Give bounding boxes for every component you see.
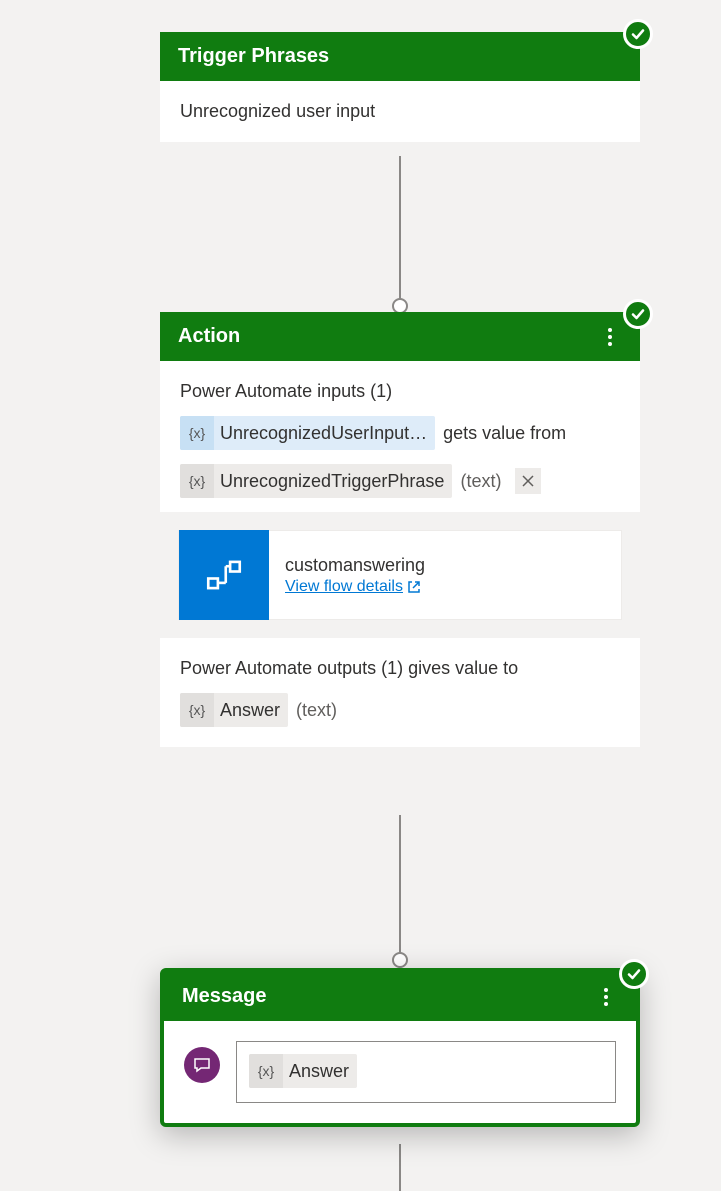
action-title: Action: [178, 325, 240, 348]
external-link-icon: [407, 580, 421, 594]
check-icon: [623, 299, 653, 329]
action-node[interactable]: Action Power Automate inputs (1) {x} Unr…: [160, 312, 640, 747]
connector-circle: [392, 952, 408, 968]
inputs-label: Power Automate inputs (1): [180, 381, 620, 402]
source-type: (text): [460, 471, 501, 492]
kebab-menu-icon[interactable]: [598, 325, 622, 349]
gets-value-label: gets value from: [443, 423, 566, 444]
trigger-content: Unrecognized user input: [180, 101, 375, 121]
flow-card[interactable]: customanswering View flow details: [178, 530, 622, 620]
check-icon: [619, 959, 649, 989]
flow-link-label: View flow details: [285, 578, 403, 596]
input-var-name: UnrecognizedUserInput…: [220, 423, 427, 444]
output-type: (text): [296, 700, 337, 721]
kebab-menu-icon[interactable]: [594, 985, 618, 1009]
variable-icon: {x}: [249, 1054, 283, 1088]
variable-icon: {x}: [180, 693, 214, 727]
output-var-name: Answer: [220, 700, 280, 721]
chat-icon: [184, 1047, 220, 1083]
remove-icon[interactable]: [515, 468, 541, 494]
message-input[interactable]: {x} Answer: [236, 1041, 616, 1103]
message-title: Message: [182, 985, 267, 1008]
trigger-phrases-node[interactable]: Trigger Phrases Unrecognized user input: [160, 32, 640, 142]
connector-line: [399, 1144, 401, 1191]
answer-variable-chip[interactable]: {x} Answer: [249, 1054, 357, 1088]
connector-line: [399, 156, 401, 312]
connector-line: [399, 815, 401, 965]
flow-name: customanswering: [285, 555, 425, 576]
flow-icon: [179, 530, 269, 620]
input-variable-chip[interactable]: {x} UnrecognizedUserInput…: [180, 416, 435, 450]
view-flow-details-link[interactable]: View flow details: [285, 578, 425, 596]
flow-section: customanswering View flow details: [160, 512, 640, 638]
variable-icon: {x}: [180, 464, 214, 498]
answer-chip-label: Answer: [289, 1061, 349, 1082]
variable-icon: {x}: [180, 416, 214, 450]
source-variable-chip[interactable]: {x} UnrecognizedTriggerPhrase: [180, 464, 452, 498]
message-node[interactable]: Message {x} Answer: [160, 968, 640, 1127]
check-icon: [623, 19, 653, 49]
trigger-phrases-header: Trigger Phrases: [160, 32, 640, 81]
message-header: Message: [164, 972, 636, 1021]
trigger-body: Unrecognized user input: [160, 81, 640, 142]
trigger-title: Trigger Phrases: [178, 45, 329, 68]
outputs-label: Power Automate outputs (1) gives value t…: [180, 658, 620, 679]
action-header: Action: [160, 312, 640, 361]
output-variable-chip[interactable]: {x} Answer: [180, 693, 288, 727]
source-var-name: UnrecognizedTriggerPhrase: [220, 471, 444, 492]
